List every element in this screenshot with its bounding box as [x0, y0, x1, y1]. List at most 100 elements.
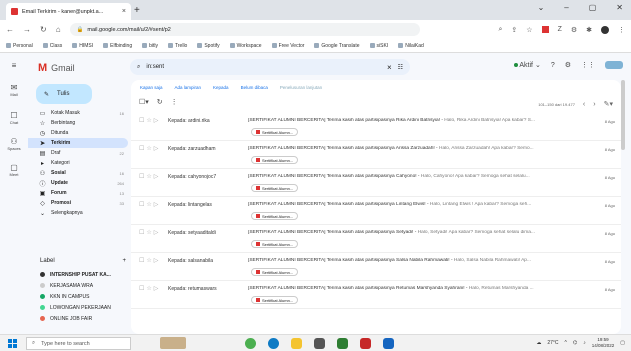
apps-grid-icon[interactable]: ⋮⋮	[581, 61, 595, 69]
filter-chip[interactable]: Kepada	[210, 84, 232, 91]
extension-red-icon[interactable]	[541, 26, 549, 33]
row-checkbox[interactable]: ☐☆▷	[139, 285, 160, 292]
app-icon[interactable]	[383, 338, 394, 349]
bookmark-item[interactable]: Trello	[168, 43, 187, 49]
message-row[interactable]: ☐☆▷ Kepada: retumaswars [SERTIFIKAT ALUM…	[131, 281, 621, 309]
bookmark-item[interactable]: Workspace	[230, 43, 262, 49]
row-checkbox[interactable]: ☐☆▷	[139, 201, 160, 208]
close-tab-icon[interactable]: ×	[122, 8, 126, 15]
back-icon[interactable]: ←	[6, 25, 14, 34]
new-tab-icon[interactable]: +	[134, 5, 140, 16]
bookmark-item[interactable]: NilaiKad	[398, 43, 424, 49]
attachment-chip[interactable]: Sertifikat Alumn...	[251, 184, 299, 192]
task-view-icon[interactable]	[160, 337, 186, 349]
nav-item-promotions[interactable]: ◇ Promosi 33	[28, 198, 128, 208]
edge-icon[interactable]	[268, 338, 279, 349]
help-icon[interactable]: ?	[551, 62, 555, 69]
rail-menu-icon[interactable]: ≡	[0, 61, 28, 70]
nav-item-more[interactable]: ⌄ Selengkapnya	[28, 208, 128, 218]
reload-icon[interactable]: ↻	[40, 25, 47, 34]
attachment-chip[interactable]: Sertifikat Alumn...	[251, 268, 299, 276]
bookmark-item[interactable]: Spotify	[197, 43, 219, 49]
label-item[interactable]: KKN IN CAMPUS	[28, 291, 128, 302]
label-item[interactable]: ONLINE JOB FAIR	[28, 313, 128, 324]
filter-chip[interactable]: Kapan saja	[137, 84, 166, 91]
nav-item-categories[interactable]: ▸ Kategori	[28, 158, 128, 168]
message-row[interactable]: ☐☆▷ Kepada: ardini.rika [SERTIFIKAT ALUM…	[131, 113, 621, 141]
row-checkbox[interactable]: ☐☆▷	[139, 117, 160, 124]
search-input[interactable]: in:sent	[146, 64, 164, 70]
add-label-icon[interactable]: +	[122, 258, 126, 264]
settings-icon[interactable]: ⚙	[565, 61, 571, 69]
row-checkbox[interactable]: ☐☆▷	[139, 145, 160, 152]
search-bar[interactable]: ⌕ in:sent × ☷	[130, 59, 410, 75]
bookmark-item[interactable]: Class	[43, 43, 63, 49]
select-all-checkbox[interactable]: ☐▾	[139, 98, 149, 106]
next-page-icon[interactable]: ›	[593, 101, 595, 108]
nav-item-forums[interactable]: ▣ Forum 13	[28, 188, 128, 198]
attachment-chip[interactable]: Sertifikat Alumn...	[251, 296, 299, 304]
share-icon[interactable]: ⇪	[511, 26, 517, 34]
label-item[interactable]: KERJASAMA WRA	[28, 280, 128, 291]
attachment-chip[interactable]: Sertifikat Alumn...	[251, 240, 299, 248]
weather-icon[interactable]: ☁	[536, 340, 541, 346]
refresh-icon[interactable]: ↻	[157, 98, 163, 106]
nav-item-updates[interactable]: ⓘ Update 264	[28, 178, 128, 188]
rail-item-mail[interactable]: ✉ Mail	[0, 83, 28, 97]
tray-chevron-icon[interactable]: ^	[565, 340, 567, 346]
extension-z-icon[interactable]: Z	[558, 26, 562, 33]
nav-item-sent[interactable]: ➤ Terkirim	[28, 138, 128, 148]
chrome-icon[interactable]	[245, 338, 256, 349]
label-item[interactable]: LOWONGAN PEKERJAAN	[28, 302, 128, 313]
message-row[interactable]: ☐☆▷ Kepada: zarzuadham [SERTIFIKAT ALUMN…	[131, 141, 621, 169]
prev-page-icon[interactable]: ‹	[583, 101, 585, 108]
bookmark-item[interactable]: HIMSI	[72, 43, 93, 49]
chevron-down-icon[interactable]: ⌄	[538, 3, 545, 12]
row-checkbox[interactable]: ☐☆▷	[139, 173, 160, 180]
message-row[interactable]: ☐☆▷ Kepada: lintangelas [SERTIFIKAT ALUM…	[131, 197, 621, 225]
more-options-icon[interactable]: ⋮	[171, 98, 178, 106]
compose-button[interactable]: ✎ Tulis	[36, 84, 92, 104]
rail-item-chat[interactable]: ☐ Chat	[0, 111, 28, 125]
bookmark-item[interactable]: Google Translate	[314, 43, 359, 49]
bookmark-item[interactable]: Personal	[6, 43, 33, 49]
bookmark-item[interactable]: bitly	[142, 43, 158, 49]
input-tools-icon[interactable]: ✎▾	[604, 100, 613, 108]
app-icon[interactable]	[337, 338, 348, 349]
star-icon[interactable]: ☆	[526, 26, 532, 34]
message-row[interactable]: ☐☆▷ Kepada: setyaaditaldi [SERTIFIKAT AL…	[131, 225, 621, 253]
search-options-icon[interactable]: ☷	[398, 64, 403, 71]
volume-icon[interactable]: ♪	[583, 340, 586, 346]
windows-start-icon[interactable]	[8, 339, 17, 348]
network-icon[interactable]: ⌬	[573, 340, 577, 346]
row-checkbox[interactable]: ☐☆▷	[139, 229, 160, 236]
store-icon[interactable]	[314, 338, 325, 349]
account-avatar[interactable]	[605, 61, 623, 69]
nav-item-social[interactable]: ⚇ Sosial 16	[28, 168, 128, 178]
menu-icon[interactable]: ⋮	[618, 26, 625, 34]
filter-chip[interactable]: Belum dibaca	[238, 84, 271, 91]
extension-gear-icon[interactable]: ⚙	[571, 26, 577, 34]
minimize-icon[interactable]: –	[564, 3, 568, 12]
zoom-icon[interactable]: ⌕	[498, 26, 502, 34]
nav-item-inbox[interactable]: ▭ Kotak Masuk 16	[28, 108, 128, 118]
forward-icon[interactable]: →	[23, 25, 31, 34]
nav-item-drafts[interactable]: ▤ Draf 22	[28, 148, 128, 158]
gmail-logo[interactable]: M Gmail	[38, 62, 75, 74]
close-window-icon[interactable]: ✕	[616, 3, 623, 12]
advanced-search-link[interactable]: Penelusuran lanjutan	[277, 84, 325, 91]
nav-item-starred[interactable]: ☆ Berbintang	[28, 118, 128, 128]
label-item[interactable]: INTERNSHIP PUSAT KA...	[28, 269, 128, 280]
bookmark-item[interactable]: siSKI	[370, 43, 389, 49]
row-checkbox[interactable]: ☐☆▷	[139, 257, 160, 264]
page-scrollbar[interactable]	[621, 80, 625, 150]
attachment-chip[interactable]: Sertifikat Alumn...	[251, 128, 299, 136]
notification-icon[interactable]: ▢	[620, 340, 625, 346]
extensions-puzzle-icon[interactable]: ✱	[586, 26, 592, 34]
taskbar-search-input[interactable]: Type here to search	[41, 341, 90, 347]
attachment-chip[interactable]: Sertifikat Alumn...	[251, 156, 299, 164]
attachment-chip[interactable]: Sertifikat Alumn...	[251, 212, 299, 220]
profile-icon[interactable]	[601, 25, 609, 34]
home-icon[interactable]: ⌂	[56, 25, 61, 34]
message-row[interactable]: ☐☆▷ Kepada: cahyonojoc7 [SERTIFIKAT ALUM…	[131, 169, 621, 197]
